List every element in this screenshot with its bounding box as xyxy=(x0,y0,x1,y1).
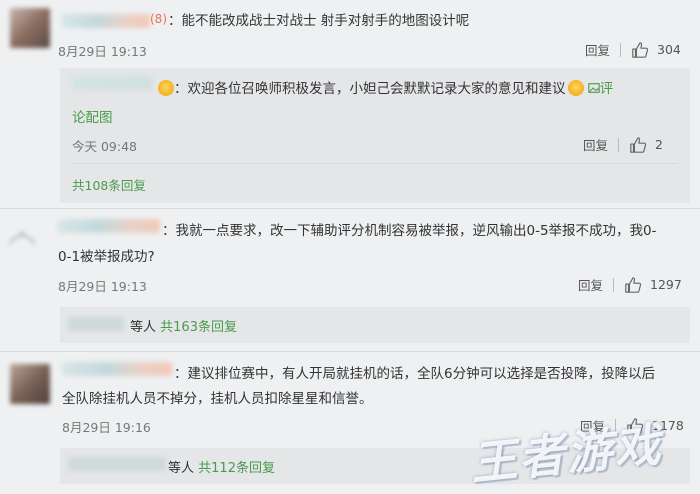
username[interactable] xyxy=(58,219,160,233)
reply-button[interactable]: 回复 xyxy=(578,275,603,294)
comment-time: 8月29日 19:13 xyxy=(58,44,147,59)
reply-actions: 回复 2 xyxy=(583,135,663,154)
reply-summary: 等人 共163条回复 xyxy=(130,316,237,335)
reply-usernames[interactable] xyxy=(68,317,124,331)
comment-time: 8月29日 19:13 xyxy=(58,279,147,294)
divider xyxy=(72,163,678,164)
view-all-replies-link[interactable]: 共108条回复 xyxy=(72,175,146,194)
comment-text-line2: 全队除挂机人员不掉分，挂机人员扣除星星和信誉。 xyxy=(62,391,373,407)
avatar[interactable] xyxy=(8,226,36,252)
section-divider xyxy=(0,208,700,209)
reply-username[interactable] xyxy=(72,76,152,90)
view-all-replies-link[interactable]: 共163条回复 xyxy=(160,320,237,335)
like-count: 1297 xyxy=(650,277,682,292)
like-count: 2 xyxy=(655,137,663,152)
image-link-text[interactable]: 评 xyxy=(600,81,614,97)
divider xyxy=(620,42,622,57)
username[interactable] xyxy=(62,362,172,376)
comment-actions: 回复 1297 xyxy=(578,275,682,294)
reply-button[interactable]: 回复 xyxy=(583,135,608,154)
username[interactable] xyxy=(62,14,150,28)
like-icon[interactable] xyxy=(624,276,642,294)
reply-summary-prefix: 等人 xyxy=(168,461,195,476)
username-suffix: (8) xyxy=(150,12,167,26)
like-count: 304 xyxy=(657,42,681,57)
comment-text-line2: 0-1被举报成功? xyxy=(58,249,155,265)
divider xyxy=(618,137,620,152)
comment-actions: 回复 304 xyxy=(585,40,681,59)
comment-image-link-cont[interactable]: 论配图 xyxy=(72,106,113,126)
like-icon[interactable] xyxy=(629,136,647,154)
emoji-icon xyxy=(567,80,584,96)
image-icon xyxy=(588,83,600,93)
avatar[interactable] xyxy=(10,364,50,404)
reply-usernames[interactable] xyxy=(68,457,166,471)
avatar[interactable] xyxy=(10,8,50,48)
reply-text-main: ：欢迎各位召唤师积极发言，小妲己会默默记录大家的意见和建议 xyxy=(174,81,566,97)
view-all-replies-link[interactable]: 共112条回复 xyxy=(198,461,275,476)
reply-summary-prefix: 等人 xyxy=(130,320,157,335)
comment-text-line1: ：建议排位赛中，有人开局就挂机的话，全队6分钟可以选择是否投降，投降以后 xyxy=(174,366,656,382)
comment-time: 8月29日 19:16 xyxy=(62,420,151,435)
reply-text: ：欢迎各位召唤师积极发言，小妲己会默默记录大家的意见和建议 评 xyxy=(158,78,613,100)
like-icon[interactable] xyxy=(631,41,649,59)
section-divider xyxy=(0,351,700,352)
reply-button[interactable]: 回复 xyxy=(585,40,610,59)
comment-text: ：能不能改成战士对战士 射手对射手的地图设计呢 xyxy=(168,13,470,29)
divider xyxy=(613,277,615,292)
comment-text-line1: ：我就一点要求，改一下辅助评分机制容易被举报，逆风输出0-5举报不成功，我0- xyxy=(162,223,657,239)
emoji-icon xyxy=(158,80,174,96)
comment-image-link[interactable]: 评 xyxy=(588,81,614,97)
reply-summary: 等人 共112条回复 xyxy=(168,457,275,476)
reply-time: 今天 09:48 xyxy=(72,139,137,154)
